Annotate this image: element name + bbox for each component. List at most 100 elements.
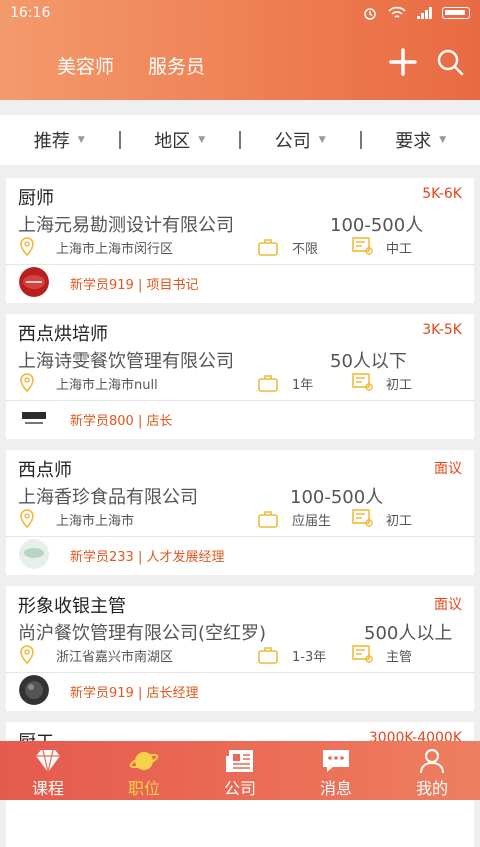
job-location: 上海市上海市null [18, 372, 158, 394]
company-logo-image [19, 403, 49, 433]
level-text: 主管 [386, 646, 412, 665]
location-pin-icon [18, 645, 36, 665]
job-title: 西点烘培师 [18, 320, 108, 346]
alarm-icon [362, 5, 378, 21]
nav-label: 职位 [128, 775, 160, 799]
filter-company[interactable]: 公司▼ [241, 127, 360, 153]
job-card[interactable]: 厨师 5K-6K 上海元易勘测设计有限公司 100-500人 上海市上海市闵行区… [6, 178, 474, 303]
status-icons [362, 5, 470, 21]
battery-icon [442, 7, 470, 19]
briefcase-icon [258, 374, 280, 392]
nav-messages[interactable]: 消息 [288, 741, 384, 800]
certificate-icon [352, 373, 374, 393]
status-bar: 16:16 [0, 0, 480, 26]
planet-icon [129, 748, 159, 774]
location-pin-icon [18, 237, 36, 257]
job-card[interactable]: 西点师 面议 上海香珍食品有限公司 100-500人 上海市上海市 应届生 初工… [6, 450, 474, 575]
company-logo [19, 267, 49, 297]
company-logo [19, 539, 49, 569]
company-logo-image [19, 539, 49, 569]
experience-text: 不限 [292, 238, 318, 257]
caret-down-icon: ▼ [319, 135, 326, 145]
wifi-icon [388, 6, 406, 20]
card-divider [6, 400, 474, 401]
location-text: 上海市上海市 [56, 510, 134, 529]
job-title: 厨师 [18, 184, 54, 210]
job-company: 上海元易勘测设计有限公司 [18, 211, 234, 237]
filter-region[interactable]: 地区 ▼ [121, 127, 240, 153]
filter-recommend[interactable]: 推荐▼ [0, 127, 119, 153]
nav-label: 公司 [224, 775, 256, 799]
nav-label: 消息 [320, 775, 352, 799]
plus-icon [389, 48, 417, 76]
diamond-icon [34, 748, 62, 774]
job-card[interactable]: 形象收银主管 面议 尚沪餐饮管理有限公司(空红罗) 500人以上 浙江省嘉兴市南… [6, 586, 474, 711]
poster-info: 新学员919 | 店长经理 [70, 682, 198, 701]
job-salary: 面议 [434, 458, 462, 478]
job-location: 上海市上海市 [18, 508, 134, 530]
certificate-icon [352, 237, 374, 257]
job-experience: 不限 [258, 236, 318, 258]
nav-companies[interactable]: 公司 [192, 741, 288, 800]
experience-text: 应届生 [292, 510, 331, 529]
person-icon [418, 748, 446, 774]
search-icon [436, 48, 464, 76]
job-level: 主管 [352, 644, 412, 666]
card-divider [6, 536, 474, 537]
company-size: 500人以上 [364, 619, 452, 645]
header-nav: 美容师 服务员 [0, 26, 480, 100]
location-text: 上海市上海市闵行区 [56, 238, 173, 257]
company-logo [19, 403, 49, 433]
filter-label: 要求 [395, 127, 431, 153]
certificate-icon [352, 509, 374, 529]
filter-label: 推荐 [34, 127, 70, 153]
filter-label: 地区 [154, 127, 190, 153]
status-time: 16:16 [10, 5, 50, 21]
tab-beautician[interactable]: 美容师 [57, 52, 114, 79]
company-logo [19, 675, 49, 705]
company-logo-image [19, 267, 49, 297]
experience-text: 1-3年 [292, 646, 326, 665]
company-size: 100-500人 [290, 483, 383, 509]
location-pin-icon [18, 509, 36, 529]
job-salary: 面议 [434, 594, 462, 614]
level-text: 初工 [386, 510, 412, 529]
job-title: 形象收银主管 [18, 592, 126, 618]
location-text: 浙江省嘉兴市南湖区 [56, 646, 173, 665]
card-divider [6, 672, 474, 673]
filter-bar: 推荐▼ 地区▼ 公司▼ 要求▼ [0, 115, 480, 165]
job-card[interactable]: 西点烘培师 3K-5K 上海诗雯餐饮管理有限公司 50人以下 上海市上海市nul… [6, 314, 474, 439]
card-divider [6, 264, 474, 265]
job-salary: 5K-6K [422, 186, 462, 202]
job-level: 初工 [352, 372, 412, 394]
location-pin-icon [18, 373, 36, 393]
search-button[interactable] [432, 44, 468, 80]
filter-requirement[interactable]: 要求 ▼ [362, 127, 480, 153]
location-text: 上海市上海市null [56, 374, 158, 393]
bottom-nav: 课程 职位 公司 消息 我的 [0, 741, 480, 800]
newspaper-icon [225, 748, 255, 774]
caret-down-icon: ▼ [439, 135, 446, 145]
briefcase-icon [258, 646, 280, 664]
nav-label: 我的 [416, 775, 448, 799]
job-company: 尚沪餐饮管理有限公司(空红罗) [18, 619, 266, 645]
job-location: 浙江省嘉兴市南湖区 [18, 644, 173, 666]
nav-me[interactable]: 我的 [384, 741, 480, 800]
signal-icon [416, 7, 432, 19]
tab-waiter[interactable]: 服务员 [148, 52, 205, 79]
level-text: 中工 [386, 238, 412, 257]
experience-text: 1年 [292, 374, 313, 393]
job-experience: 应届生 [258, 508, 331, 530]
job-salary: 3K-5K [422, 322, 462, 338]
job-location: 上海市上海市闵行区 [18, 236, 173, 258]
poster-info: 新学员800 | 店长 [70, 410, 172, 429]
job-experience: 1年 [258, 372, 313, 394]
briefcase-icon [258, 238, 280, 256]
nav-jobs[interactable]: 职位 [96, 741, 192, 800]
caret-down-icon: ▼ [198, 135, 205, 145]
nav-courses[interactable]: 课程 [0, 741, 96, 800]
level-text: 初工 [386, 374, 412, 393]
company-logo-image [19, 675, 49, 705]
add-button[interactable] [385, 44, 421, 80]
app-header: 16:16 美容师 服务员 [0, 0, 480, 100]
